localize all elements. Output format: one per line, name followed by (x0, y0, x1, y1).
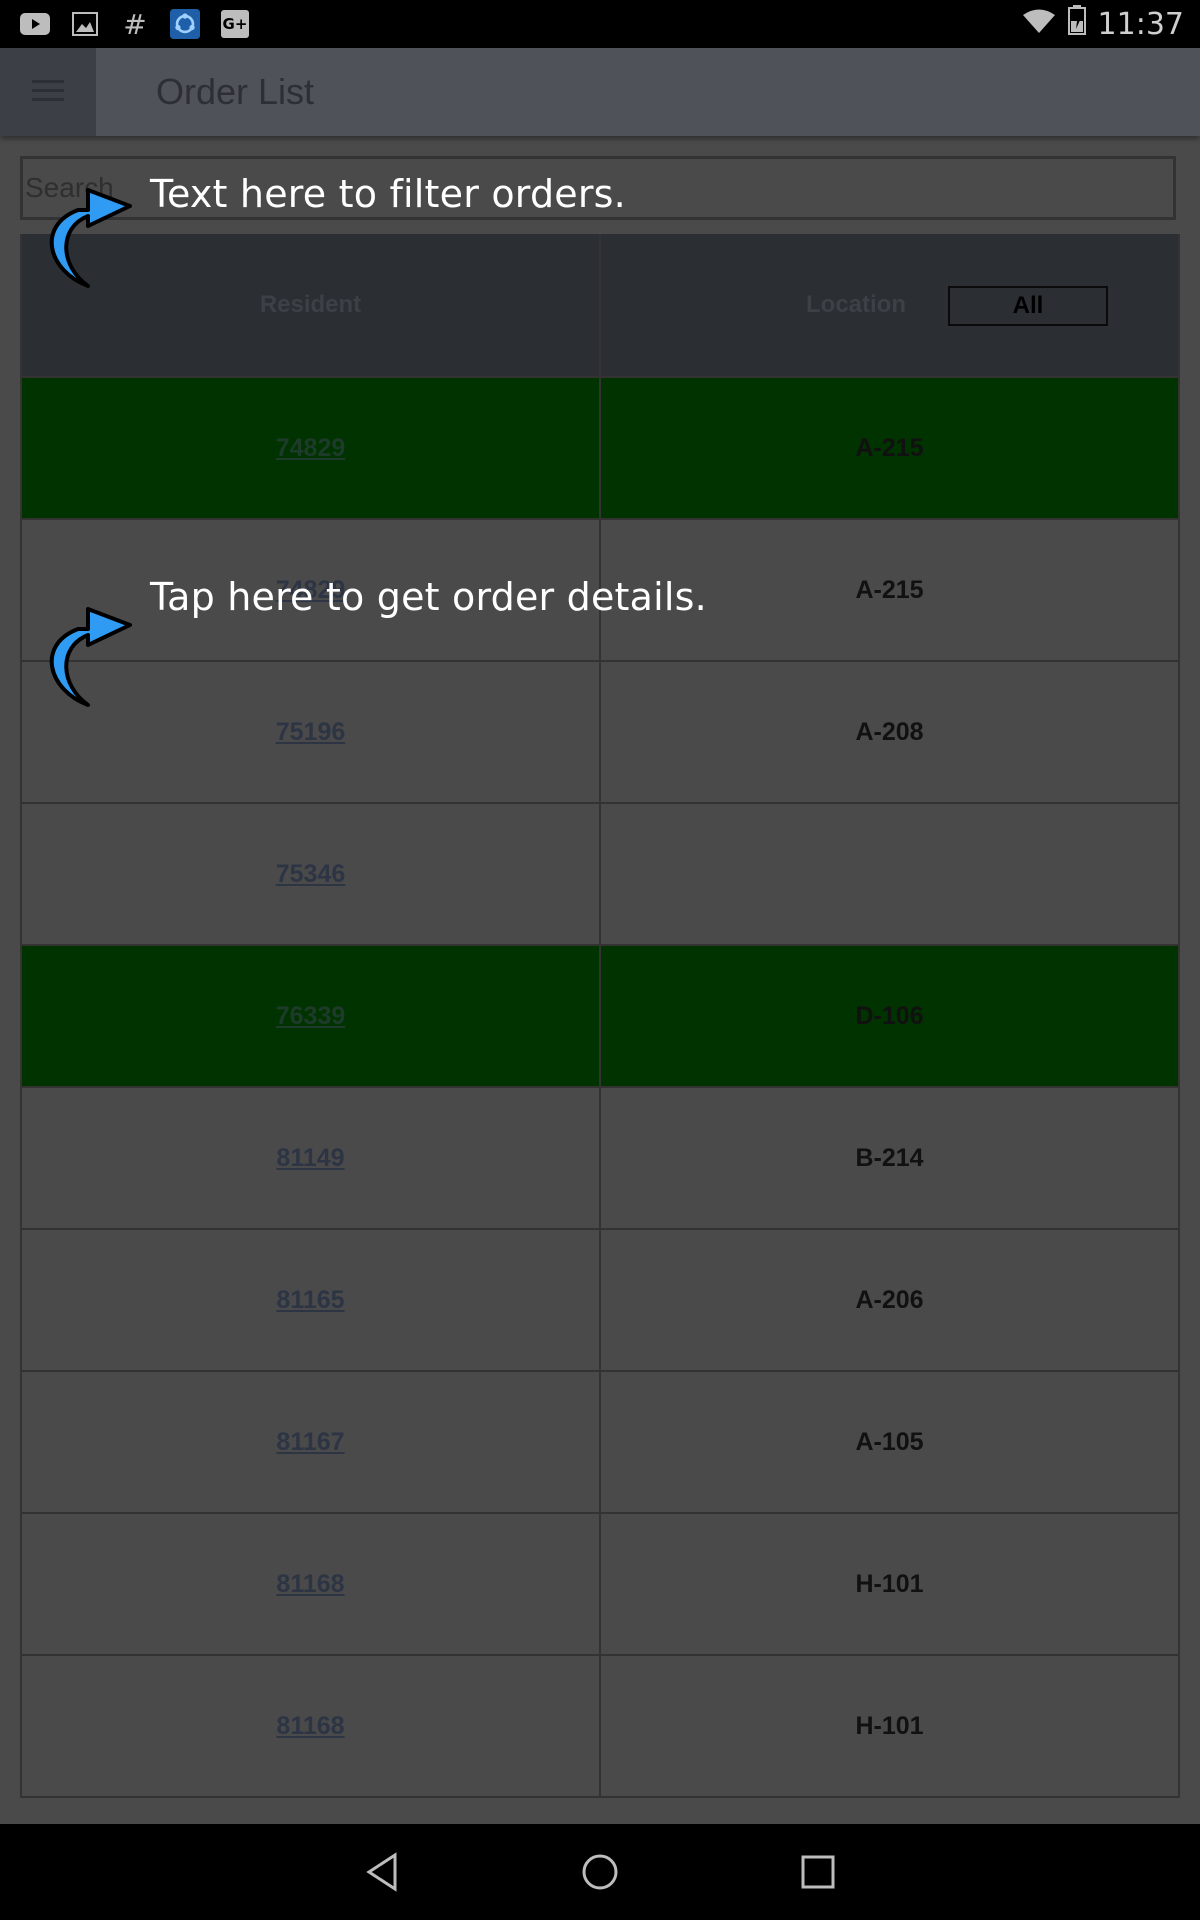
clock: 11:37 (1097, 6, 1184, 42)
location-cell: H-101 (599, 1514, 1178, 1654)
table-row[interactable]: 75196 A-208 (22, 662, 1178, 804)
location-cell: H-101 (599, 1656, 1178, 1796)
row-tip-text: Tap here to get order details. (150, 575, 707, 619)
hashtag-icon: # (123, 7, 147, 41)
table-row[interactable]: 74829 A-215 (22, 378, 1178, 520)
app-bar: Order List (0, 48, 1200, 136)
status-right: 11:37 (1022, 5, 1184, 43)
table-row[interactable]: 81167 A-105 (22, 1372, 1178, 1514)
navigation-bar (0, 1824, 1200, 1920)
resident-id-link[interactable]: 76339 (276, 1002, 346, 1031)
google-plus-icon: G+ (220, 9, 250, 39)
table-row[interactable]: 75346 (22, 804, 1178, 946)
table-row[interactable]: 81168 H-101 (22, 1514, 1178, 1656)
header-location-cell: Location All (599, 234, 1178, 376)
notification-icons: # G+ (20, 7, 250, 41)
orders-table: Resident Location All 74829 A-215 74829 A-2… (20, 234, 1180, 1798)
header-location[interactable]: Location (806, 291, 906, 319)
location-cell: D-106 (599, 946, 1178, 1086)
resident-cell: 81149 (22, 1088, 599, 1228)
recents-button[interactable] (794, 1848, 842, 1896)
resident-id-link[interactable]: 81165 (276, 1286, 344, 1315)
table-row[interactable]: 76339 D-106 (22, 946, 1178, 1088)
location-cell (599, 804, 1178, 944)
youtube-icon (20, 9, 50, 39)
wifi-icon (1022, 7, 1056, 42)
resident-id-link[interactable]: 74829 (276, 434, 346, 463)
table-header: Resident Location All (22, 234, 1178, 378)
resident-cell: 74829 (22, 378, 599, 518)
location-cell: A-206 (599, 1230, 1178, 1370)
table-row[interactable]: 81168 H-101 (22, 1656, 1178, 1798)
resident-cell: 81168 (22, 1656, 599, 1796)
resident-id-link[interactable]: 81149 (276, 1144, 344, 1173)
recents-icon (801, 1855, 835, 1889)
page-title: Order List (156, 71, 315, 112)
location-cell: A-105 (599, 1372, 1178, 1512)
resident-id-link[interactable]: 75196 (276, 718, 346, 747)
back-button[interactable] (358, 1848, 406, 1896)
row-tip-arrow-icon (49, 607, 132, 707)
resident-cell: 81167 (22, 1372, 599, 1512)
resident-id-link[interactable]: 75346 (276, 860, 346, 889)
location-cell: B-214 (599, 1088, 1178, 1228)
status-bar: # G+ 11:37 (0, 0, 1200, 48)
hamburger-menu-icon (32, 78, 64, 107)
location-cell: A-208 (599, 662, 1178, 802)
battery-charging-icon (1067, 5, 1086, 43)
sync-app-icon (170, 9, 200, 39)
hamburger-menu-button[interactable] (0, 48, 96, 136)
resident-cell: 75346 (22, 804, 599, 944)
location-cell: A-215 (599, 378, 1178, 518)
location-filter-button[interactable]: All (948, 286, 1108, 326)
resident-id-link[interactable]: 81168 (276, 1570, 344, 1599)
back-icon (366, 1852, 397, 1892)
resident-cell: 81165 (22, 1230, 599, 1370)
search-tip-text: Text here to filter orders. (150, 172, 626, 216)
resident-cell: 81168 (22, 1514, 599, 1654)
table-row[interactable]: 81165 A-206 (22, 1230, 1178, 1372)
gallery-icon (70, 9, 100, 39)
resident-id-link[interactable]: 81168 (276, 1712, 344, 1741)
search-tip-arrow-icon (49, 188, 132, 288)
table-row[interactable]: 81149 B-214 (22, 1088, 1178, 1230)
home-button[interactable] (576, 1848, 624, 1896)
resident-id-link[interactable]: 81167 (276, 1428, 344, 1457)
resident-cell: 76339 (22, 946, 599, 1086)
home-icon (582, 1854, 618, 1890)
